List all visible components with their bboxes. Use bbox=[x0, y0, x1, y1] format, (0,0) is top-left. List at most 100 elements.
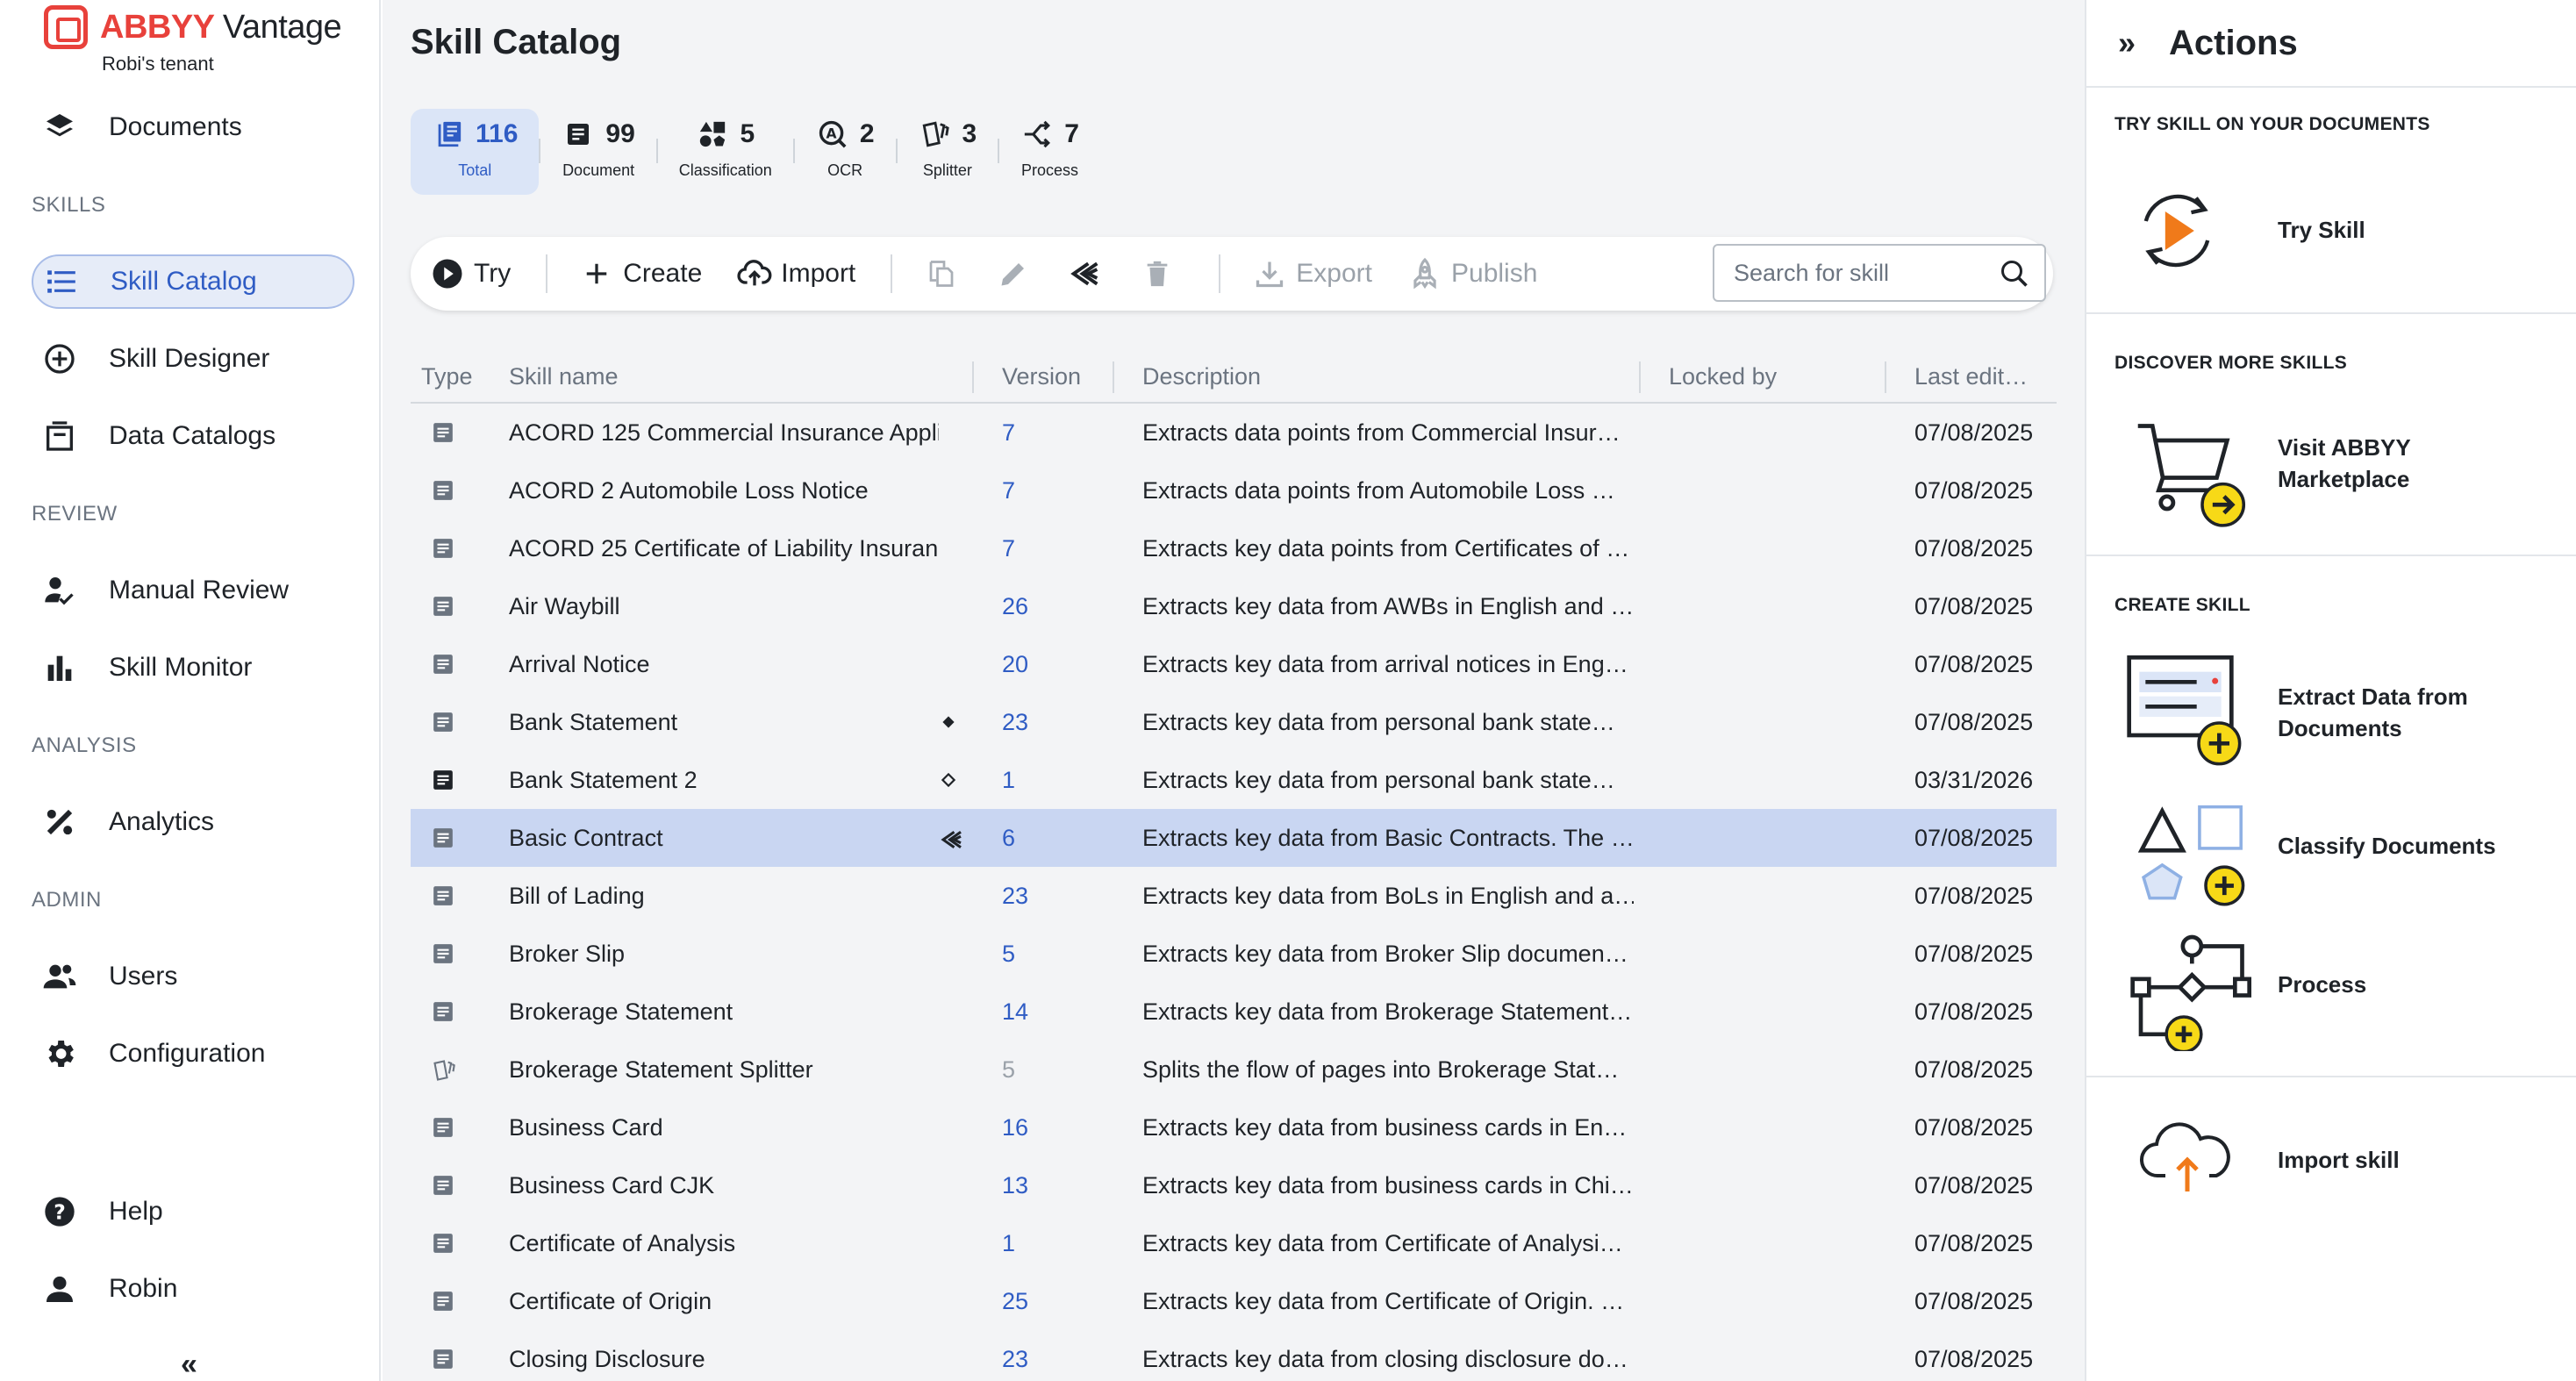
percent-icon bbox=[39, 801, 81, 843]
table-row[interactable]: Air Waybill 26 Extracts key data from AWBs… bbox=[411, 577, 2057, 635]
column-locked-by[interactable]: Locked by bbox=[1669, 363, 1777, 390]
extract-data-action[interactable]: Extract Data from Documents bbox=[2086, 649, 2576, 781]
version-cell[interactable]: 16 bbox=[1002, 1114, 1028, 1141]
column-skill-name[interactable]: Skill name bbox=[509, 363, 619, 390]
table-row[interactable]: Bank Statement 23 Extracts key data from p… bbox=[411, 693, 2057, 751]
filter-document-count: 99 bbox=[605, 119, 635, 148]
version-cell[interactable]: 1 bbox=[1002, 1230, 1015, 1257]
table-row[interactable]: Business Card CJK 13 Extracts key data fro… bbox=[411, 1156, 2057, 1214]
table-row[interactable]: ACORD 2 Automobile Loss Notice 7 Extracts … bbox=[411, 462, 2057, 519]
column-resizer[interactable] bbox=[1885, 361, 1886, 393]
classify-documents-action[interactable]: Classify Documents bbox=[2086, 800, 2576, 914]
column-last-edit[interactable]: Last edit… bbox=[1914, 363, 2028, 390]
filter-process[interactable]: 7 Process bbox=[999, 109, 1100, 195]
nav-configuration[interactable]: Configuration bbox=[32, 1027, 354, 1081]
archive-icon bbox=[39, 415, 81, 457]
column-version[interactable]: Version bbox=[1002, 363, 1081, 390]
product-name: Vantage bbox=[222, 8, 342, 46]
table-row[interactable]: ACORD 25 Certificate of Liability Insura… bbox=[411, 519, 2057, 577]
search-icon[interactable] bbox=[1999, 258, 2030, 296]
nav-skill-monitor[interactable]: Skill Monitor bbox=[32, 640, 354, 695]
nav-help-label: Help bbox=[109, 1197, 163, 1226]
classify-shapes-icon bbox=[2137, 800, 2251, 913]
version-cell[interactable]: 5 bbox=[1002, 1056, 1015, 1084]
duplicate-button[interactable] bbox=[924, 256, 968, 291]
version-cell[interactable]: 23 bbox=[1002, 709, 1028, 736]
version-cell[interactable]: 23 bbox=[1002, 883, 1028, 910]
filter-classification[interactable]: 5 Classification bbox=[658, 109, 793, 195]
version-cell[interactable]: 1 bbox=[1002, 767, 1015, 794]
version-cell[interactable]: 7 bbox=[1002, 477, 1015, 504]
version-cell[interactable]: 6 bbox=[1002, 825, 1015, 852]
expand-panel-icon[interactable]: » bbox=[2118, 25, 2136, 61]
description-cell: Extracts key data from personal bank sta… bbox=[1142, 767, 1615, 793]
nav-analytics[interactable]: Analytics bbox=[32, 795, 354, 849]
filter-ocr[interactable]: A 2 OCR bbox=[795, 109, 896, 195]
cloud-upload-icon bbox=[2139, 1114, 2236, 1203]
table-row[interactable]: ACORD 125 Commercial Insurance Appli… 7 Ex… bbox=[411, 404, 2057, 462]
table-row[interactable]: Brokerage Statement Splitter 5 Splits the … bbox=[411, 1041, 2057, 1098]
version-cell[interactable]: 7 bbox=[1002, 535, 1015, 562]
process-icon bbox=[1020, 118, 1054, 151]
column-resizer[interactable] bbox=[1113, 361, 1114, 393]
collapse-sidebar-button[interactable]: « bbox=[181, 1348, 197, 1381]
nav-skill-designer[interactable]: Skill Designer bbox=[32, 332, 354, 386]
create-label: Create bbox=[623, 259, 703, 288]
table-row[interactable]: Business Card 16 Extracts key data from bu… bbox=[411, 1098, 2057, 1156]
table-row[interactable]: Certificate of Origin 25 Extracts key data… bbox=[411, 1272, 2057, 1330]
last-edit-cell: 07/08/2025 bbox=[1914, 1288, 2034, 1314]
nav-skill-catalog-label: Skill Catalog bbox=[111, 267, 257, 296]
nav-users[interactable]: Users bbox=[32, 949, 354, 1004]
document-type-icon bbox=[432, 421, 454, 450]
column-resizer[interactable] bbox=[1639, 361, 1641, 393]
delete-button[interactable] bbox=[1140, 256, 1184, 291]
table-row[interactable]: Bill of Lading 23 Extracts key data from B… bbox=[411, 867, 2057, 925]
rocket-icon bbox=[1407, 256, 1442, 291]
filter-splitter[interactable]: 3 Splitter bbox=[898, 109, 998, 195]
table-row[interactable]: Broker Slip 5 Extracts key data from Broke… bbox=[411, 925, 2057, 983]
column-type[interactable]: Type bbox=[421, 363, 473, 390]
filter-document[interactable]: 99 Document bbox=[540, 109, 655, 195]
column-description[interactable]: Description bbox=[1142, 363, 1261, 390]
document-type-icon bbox=[432, 711, 454, 740]
nav-data-catalogs[interactable]: Data Catalogs bbox=[32, 409, 354, 463]
skill-name-cell: ACORD 25 Certificate of Liability Insura… bbox=[509, 535, 939, 562]
table-row[interactable]: Closing Disclosure 23 Extracts key data fr… bbox=[411, 1330, 2057, 1381]
visit-marketplace-action[interactable]: Visit ABBYY Marketplace bbox=[2086, 419, 2576, 533]
nav-documents[interactable]: Documents bbox=[32, 100, 354, 154]
process-action[interactable]: Process bbox=[2086, 928, 2576, 1060]
version-cell[interactable]: 26 bbox=[1002, 593, 1028, 620]
version-cell[interactable]: 13 bbox=[1002, 1172, 1028, 1199]
nav-user-profile[interactable]: Robin bbox=[32, 1262, 354, 1316]
version-cell[interactable]: 5 bbox=[1002, 941, 1015, 968]
table-row[interactable]: Basic Contract 6 Extracts key data from Ba… bbox=[411, 809, 2057, 867]
version-cell[interactable]: 20 bbox=[1002, 651, 1028, 678]
table-row[interactable]: Arrival Notice 20 Extracts key data from a… bbox=[411, 635, 2057, 693]
skill-name-cell: Bank Statement 2 bbox=[509, 767, 698, 793]
version-cell[interactable]: 25 bbox=[1002, 1288, 1028, 1315]
publish-button[interactable]: Publish bbox=[1407, 256, 1537, 291]
version-cell[interactable]: 7 bbox=[1002, 419, 1015, 447]
nav-manual-review[interactable]: Manual Review bbox=[32, 563, 354, 618]
table-row[interactable]: Brokerage Statement 14 Extracts key data f… bbox=[411, 983, 2057, 1041]
nav-skill-catalog[interactable]: Skill Catalog bbox=[32, 254, 354, 309]
edit-button[interactable] bbox=[996, 256, 1040, 291]
app-logo[interactable]: ABBYY Vantage bbox=[44, 5, 342, 49]
document-type-icon bbox=[432, 942, 454, 971]
import-skill-action[interactable]: Import skill bbox=[2086, 1114, 2576, 1211]
sidebar: ABBYY Vantage Robi's tenant Documents SK… bbox=[0, 0, 381, 1381]
export-button[interactable]: Export bbox=[1252, 256, 1372, 291]
table-row[interactable]: Certificate of Analysis 1 Extracts key dat… bbox=[411, 1214, 2057, 1272]
nav-help[interactable]: ? Help bbox=[32, 1184, 354, 1239]
version-cell[interactable]: 14 bbox=[1002, 998, 1028, 1026]
version-cell[interactable]: 23 bbox=[1002, 1346, 1028, 1373]
create-button[interactable]: Create bbox=[579, 256, 702, 291]
try-skill-action[interactable]: Try Skill bbox=[2086, 188, 2576, 275]
import-button[interactable]: Import bbox=[737, 256, 855, 291]
filter-total[interactable]: 116 Total bbox=[411, 109, 540, 195]
try-button[interactable]: Try bbox=[430, 256, 511, 291]
column-resizer[interactable] bbox=[972, 361, 974, 393]
table-row[interactable]: Bank Statement 2 1 Extracts key data from … bbox=[411, 751, 2057, 809]
skill-search-input[interactable]: Search for skill bbox=[1713, 244, 2046, 302]
lock-toggle-button[interactable] bbox=[1068, 256, 1112, 291]
